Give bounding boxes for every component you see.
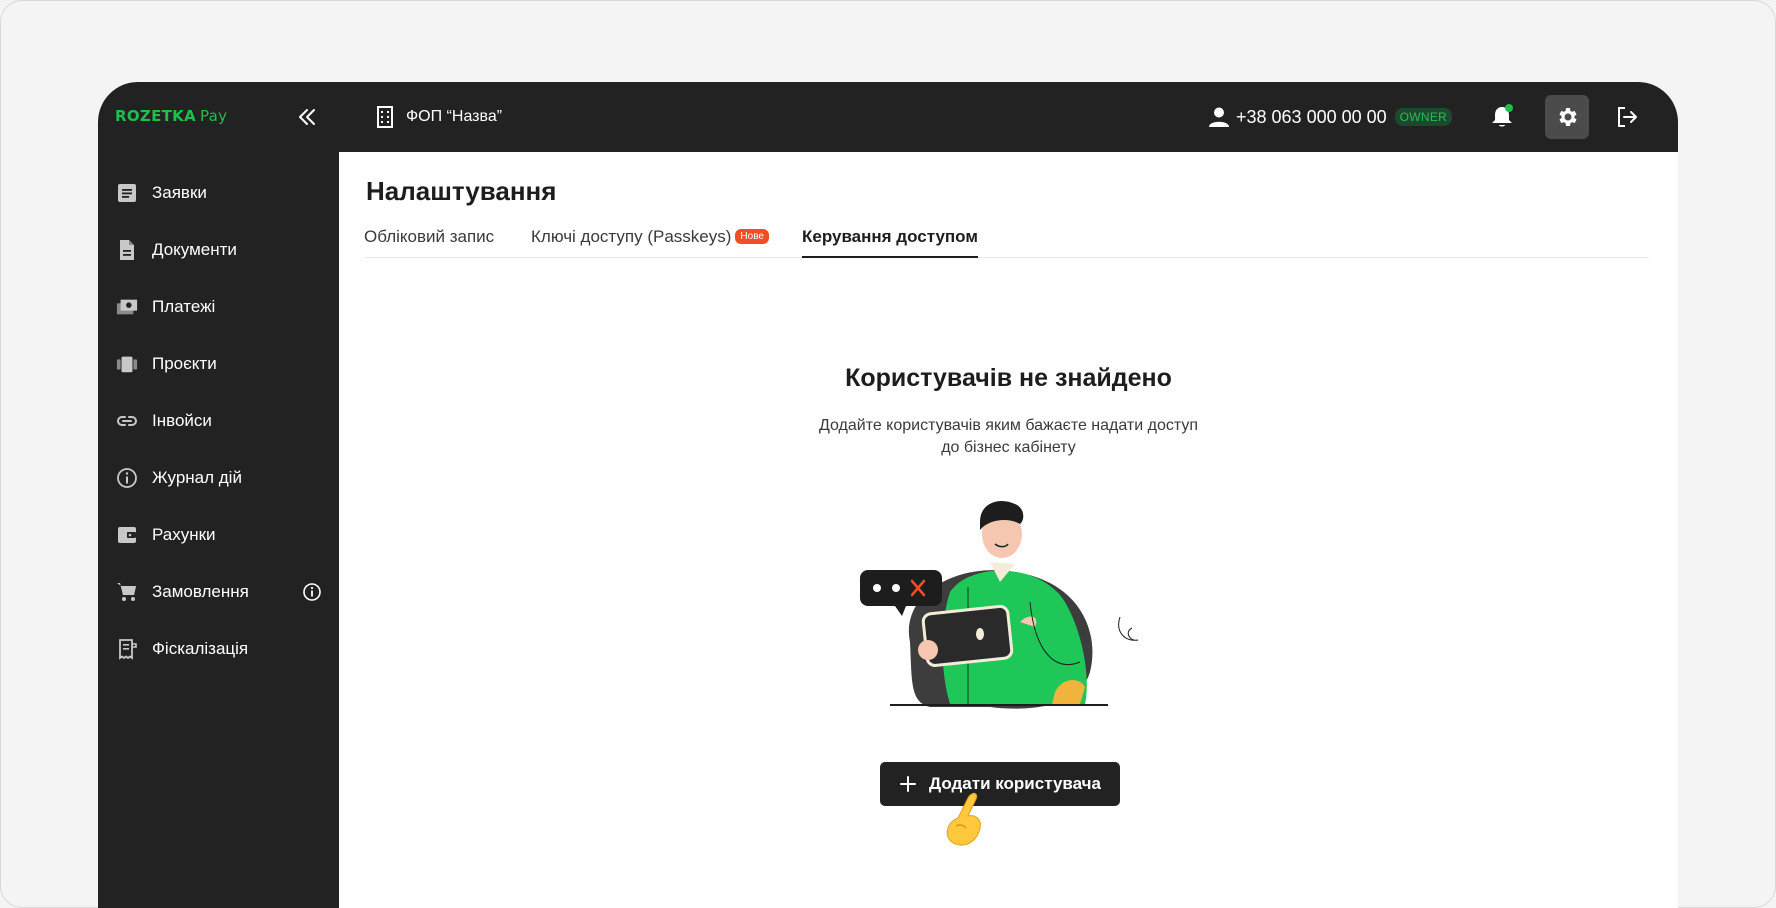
empty-state-illustration	[860, 501, 1139, 709]
sidebar: Заявки Документи Платежі Проєкти Інвойси…	[98, 152, 339, 908]
pointing-hand-icon	[946, 792, 981, 846]
sidebar-item-orders[interactable]: Замовлення	[116, 577, 326, 607]
company-selector[interactable]: ФОП “Назва”	[376, 104, 502, 130]
projects-icon	[116, 356, 138, 373]
collapse-sidebar-button[interactable]	[294, 104, 320, 130]
user-account[interactable]: +38 063 000 00 00 OWNER	[1208, 104, 1453, 130]
company-name: ФОП “Назва”	[406, 108, 503, 125]
double-chevron-left-icon	[299, 109, 315, 125]
sidebar-item-label: Документи	[152, 240, 237, 259]
sidebar-item-projects[interactable]: Проєкти	[116, 349, 326, 379]
logout-icon	[1618, 107, 1637, 127]
sidebar-item-invoices[interactable]: Інвойси	[116, 406, 326, 436]
info-circle-icon	[117, 468, 137, 488]
link-icon	[117, 416, 137, 426]
notification-dot	[1505, 104, 1513, 112]
sidebar-item-fiscalization[interactable]: Фіскалізація	[116, 634, 326, 664]
logo[interactable]: ROZETKA Pay	[115, 107, 227, 125]
user-icon	[1209, 107, 1229, 127]
add-user-button[interactable]: Додати користувача	[880, 762, 1120, 806]
sidebar-item-label: Фіскалізація	[152, 639, 249, 658]
list-document-icon	[118, 184, 136, 202]
orders-info-icon[interactable]	[302, 582, 322, 607]
tab-account[interactable]: Обліковий запис	[364, 227, 494, 258]
sidebar-item-activity-log[interactable]: Журнал дій	[116, 463, 326, 493]
sidebar-item-label: Рахунки	[152, 525, 216, 544]
tab-access-management[interactable]: Керування доступом	[802, 227, 978, 258]
plus-icon	[900, 776, 917, 792]
wallet-icon	[118, 527, 136, 543]
sidebar-item-accounts[interactable]: Рахунки	[116, 520, 326, 550]
sidebar-item-payments[interactable]: Платежі	[116, 292, 326, 322]
tab-passkeys[interactable]: Ключі доступу (Passkeys) Нове	[531, 227, 769, 258]
notifications-button[interactable]	[1489, 104, 1515, 130]
sidebar-item-label: Інвойси	[152, 411, 212, 430]
role-badge: OWNER	[1394, 108, 1453, 126]
sidebar-item-label: Платежі	[152, 297, 216, 316]
gear-icon	[1559, 108, 1577, 126]
cart-icon	[117, 583, 136, 601]
empty-state-title: Користувачів не знайдено	[845, 364, 1172, 392]
receipt-icon	[119, 639, 137, 660]
settings-button[interactable]	[1545, 95, 1589, 139]
building-icon	[377, 106, 393, 128]
app-window: ROZETKA Pay ФОП “Назва” +38 063 000 00 00…	[98, 82, 1678, 908]
document-icon	[120, 240, 134, 260]
sidebar-item-label: Заявки	[152, 183, 207, 202]
main-content: Налаштування Обліковий запис Ключі досту…	[339, 152, 1678, 908]
payments-icon	[116, 299, 138, 315]
new-badge: Нове	[735, 229, 769, 244]
sidebar-item-requests[interactable]: Заявки	[116, 178, 326, 208]
settings-tabs: Обліковий запис Ключі доступу (Passkeys)…	[364, 218, 1649, 258]
empty-state-description: Додайте користувачів яким бажаєте надати…	[818, 417, 1199, 456]
sidebar-item-label: Замовлення	[152, 582, 249, 601]
page-title: Налаштування	[366, 176, 557, 206]
sidebar-item-label: Проєкти	[152, 354, 217, 373]
logout-button[interactable]	[1614, 104, 1640, 130]
sidebar-item-documents[interactable]: Документи	[116, 235, 326, 265]
top-bar: ROZETKA Pay ФОП “Назва” +38 063 000 00 00…	[98, 82, 1678, 152]
user-phone: +38 063 000 00 00	[1236, 106, 1387, 127]
sidebar-item-label: Журнал дій	[152, 468, 242, 487]
